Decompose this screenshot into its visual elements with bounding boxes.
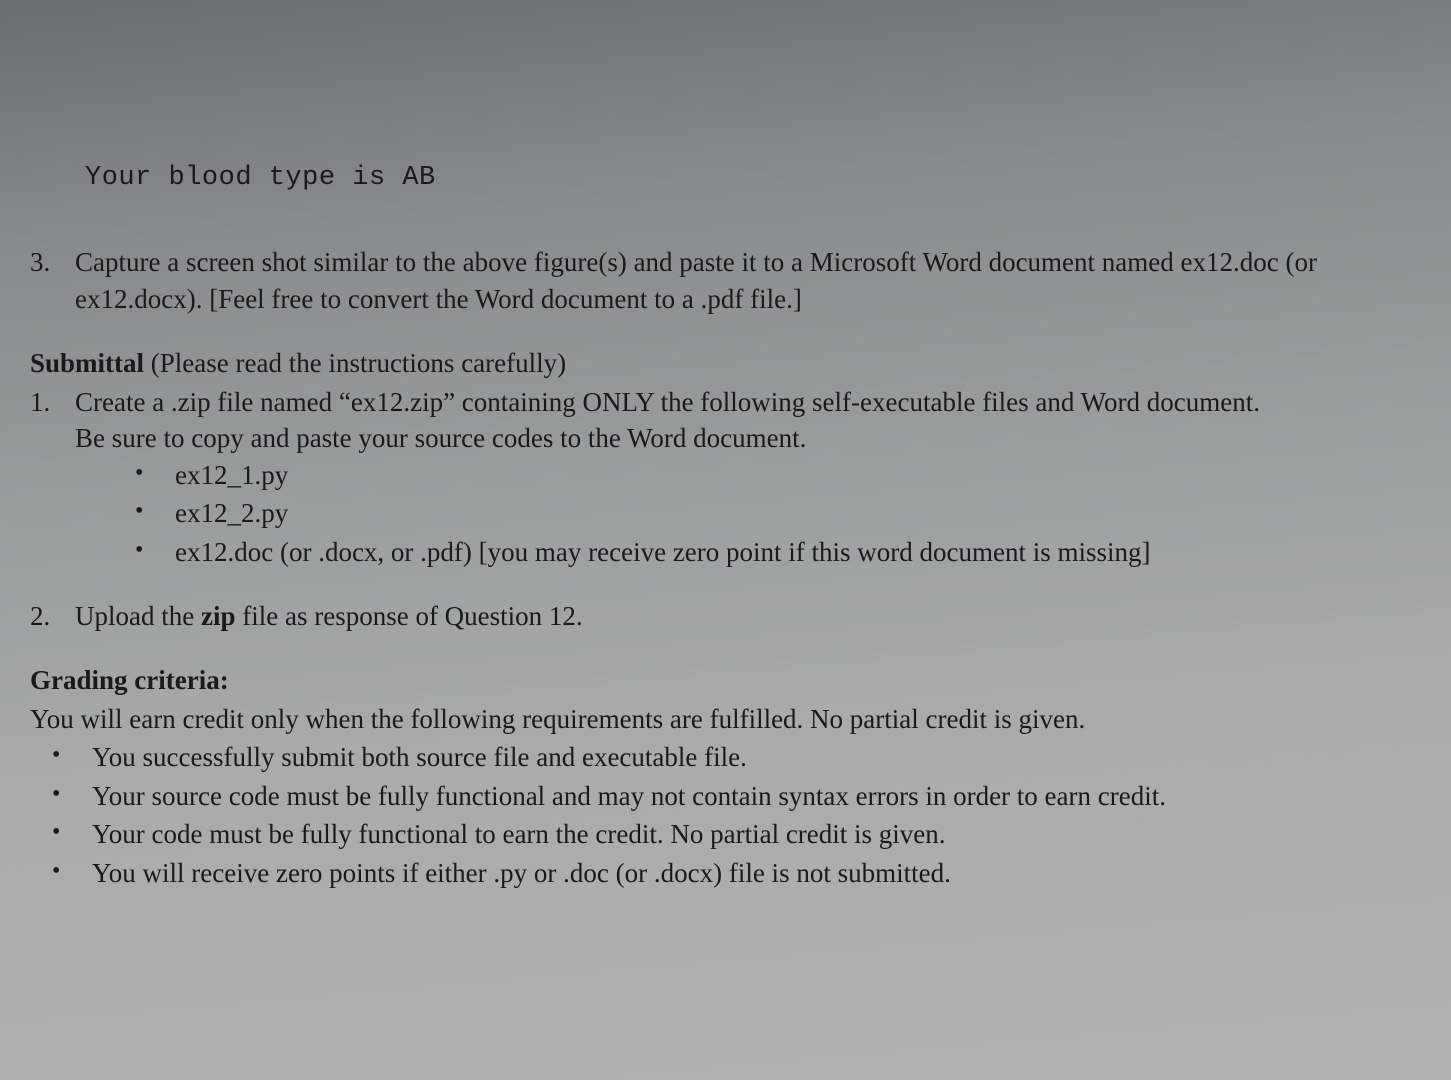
step-3-number: 3. [30, 244, 75, 317]
submittal-item-2-number: 2. [30, 598, 75, 634]
submittal-item-2-post: file as response of Question 12. [236, 601, 583, 631]
submittal-item-2-pre: Upload the [75, 601, 201, 631]
grading-bullets: You successfully submit both source file… [52, 739, 1421, 891]
submittal-heading-bold: Submittal [30, 348, 144, 378]
grading-bullet: You successfully submit both source file… [52, 739, 1421, 775]
submittal-item-2: 2. Upload the zip file as response of Qu… [30, 598, 1421, 634]
grading-bullet: You will receive zero points if either .… [52, 855, 1421, 891]
step-3: 3. Capture a screen shot similar to the … [30, 244, 1421, 317]
submittal-file: ex12.doc (or .docx, or .pdf) [you may re… [135, 534, 1421, 570]
grading-bullet: Your code must be fully functional to ea… [52, 816, 1421, 852]
submittal-heading-rest: (Please read the instructions carefully) [144, 348, 566, 378]
submittal-item-2-body: Upload the zip file as response of Quest… [75, 598, 1421, 634]
grading-heading: Grading criteria: [30, 662, 1421, 698]
submittal-item-2-bold: zip [201, 601, 236, 631]
submittal-file: ex12_2.py [135, 495, 1421, 531]
submittal-item-1: 1. Create a .zip file named “ex12.zip” c… [30, 384, 1421, 572]
submittal-item-1-body: Create a .zip file named “ex12.zip” cont… [75, 384, 1421, 572]
submittal-file: ex12_1.py [135, 457, 1421, 493]
submittal-files: ex12_1.py ex12_2.py ex12.doc (or .docx, … [135, 457, 1421, 570]
grading-intro: You will earn credit only when the follo… [30, 701, 1421, 737]
submittal-heading: Submittal (Please read the instructions … [30, 345, 1421, 381]
code-output: Your blood type is AB [85, 160, 1421, 196]
submittal-item-1-number: 1. [30, 384, 75, 572]
grading-bullet: Your source code must be fully functiona… [52, 778, 1421, 814]
submittal-item-1-line1: Create a .zip file named “ex12.zip” cont… [75, 384, 1421, 420]
submittal-item-1-line2: Be sure to copy and paste your source co… [75, 420, 1421, 456]
step-3-text: Capture a screen shot similar to the abo… [75, 244, 1421, 317]
